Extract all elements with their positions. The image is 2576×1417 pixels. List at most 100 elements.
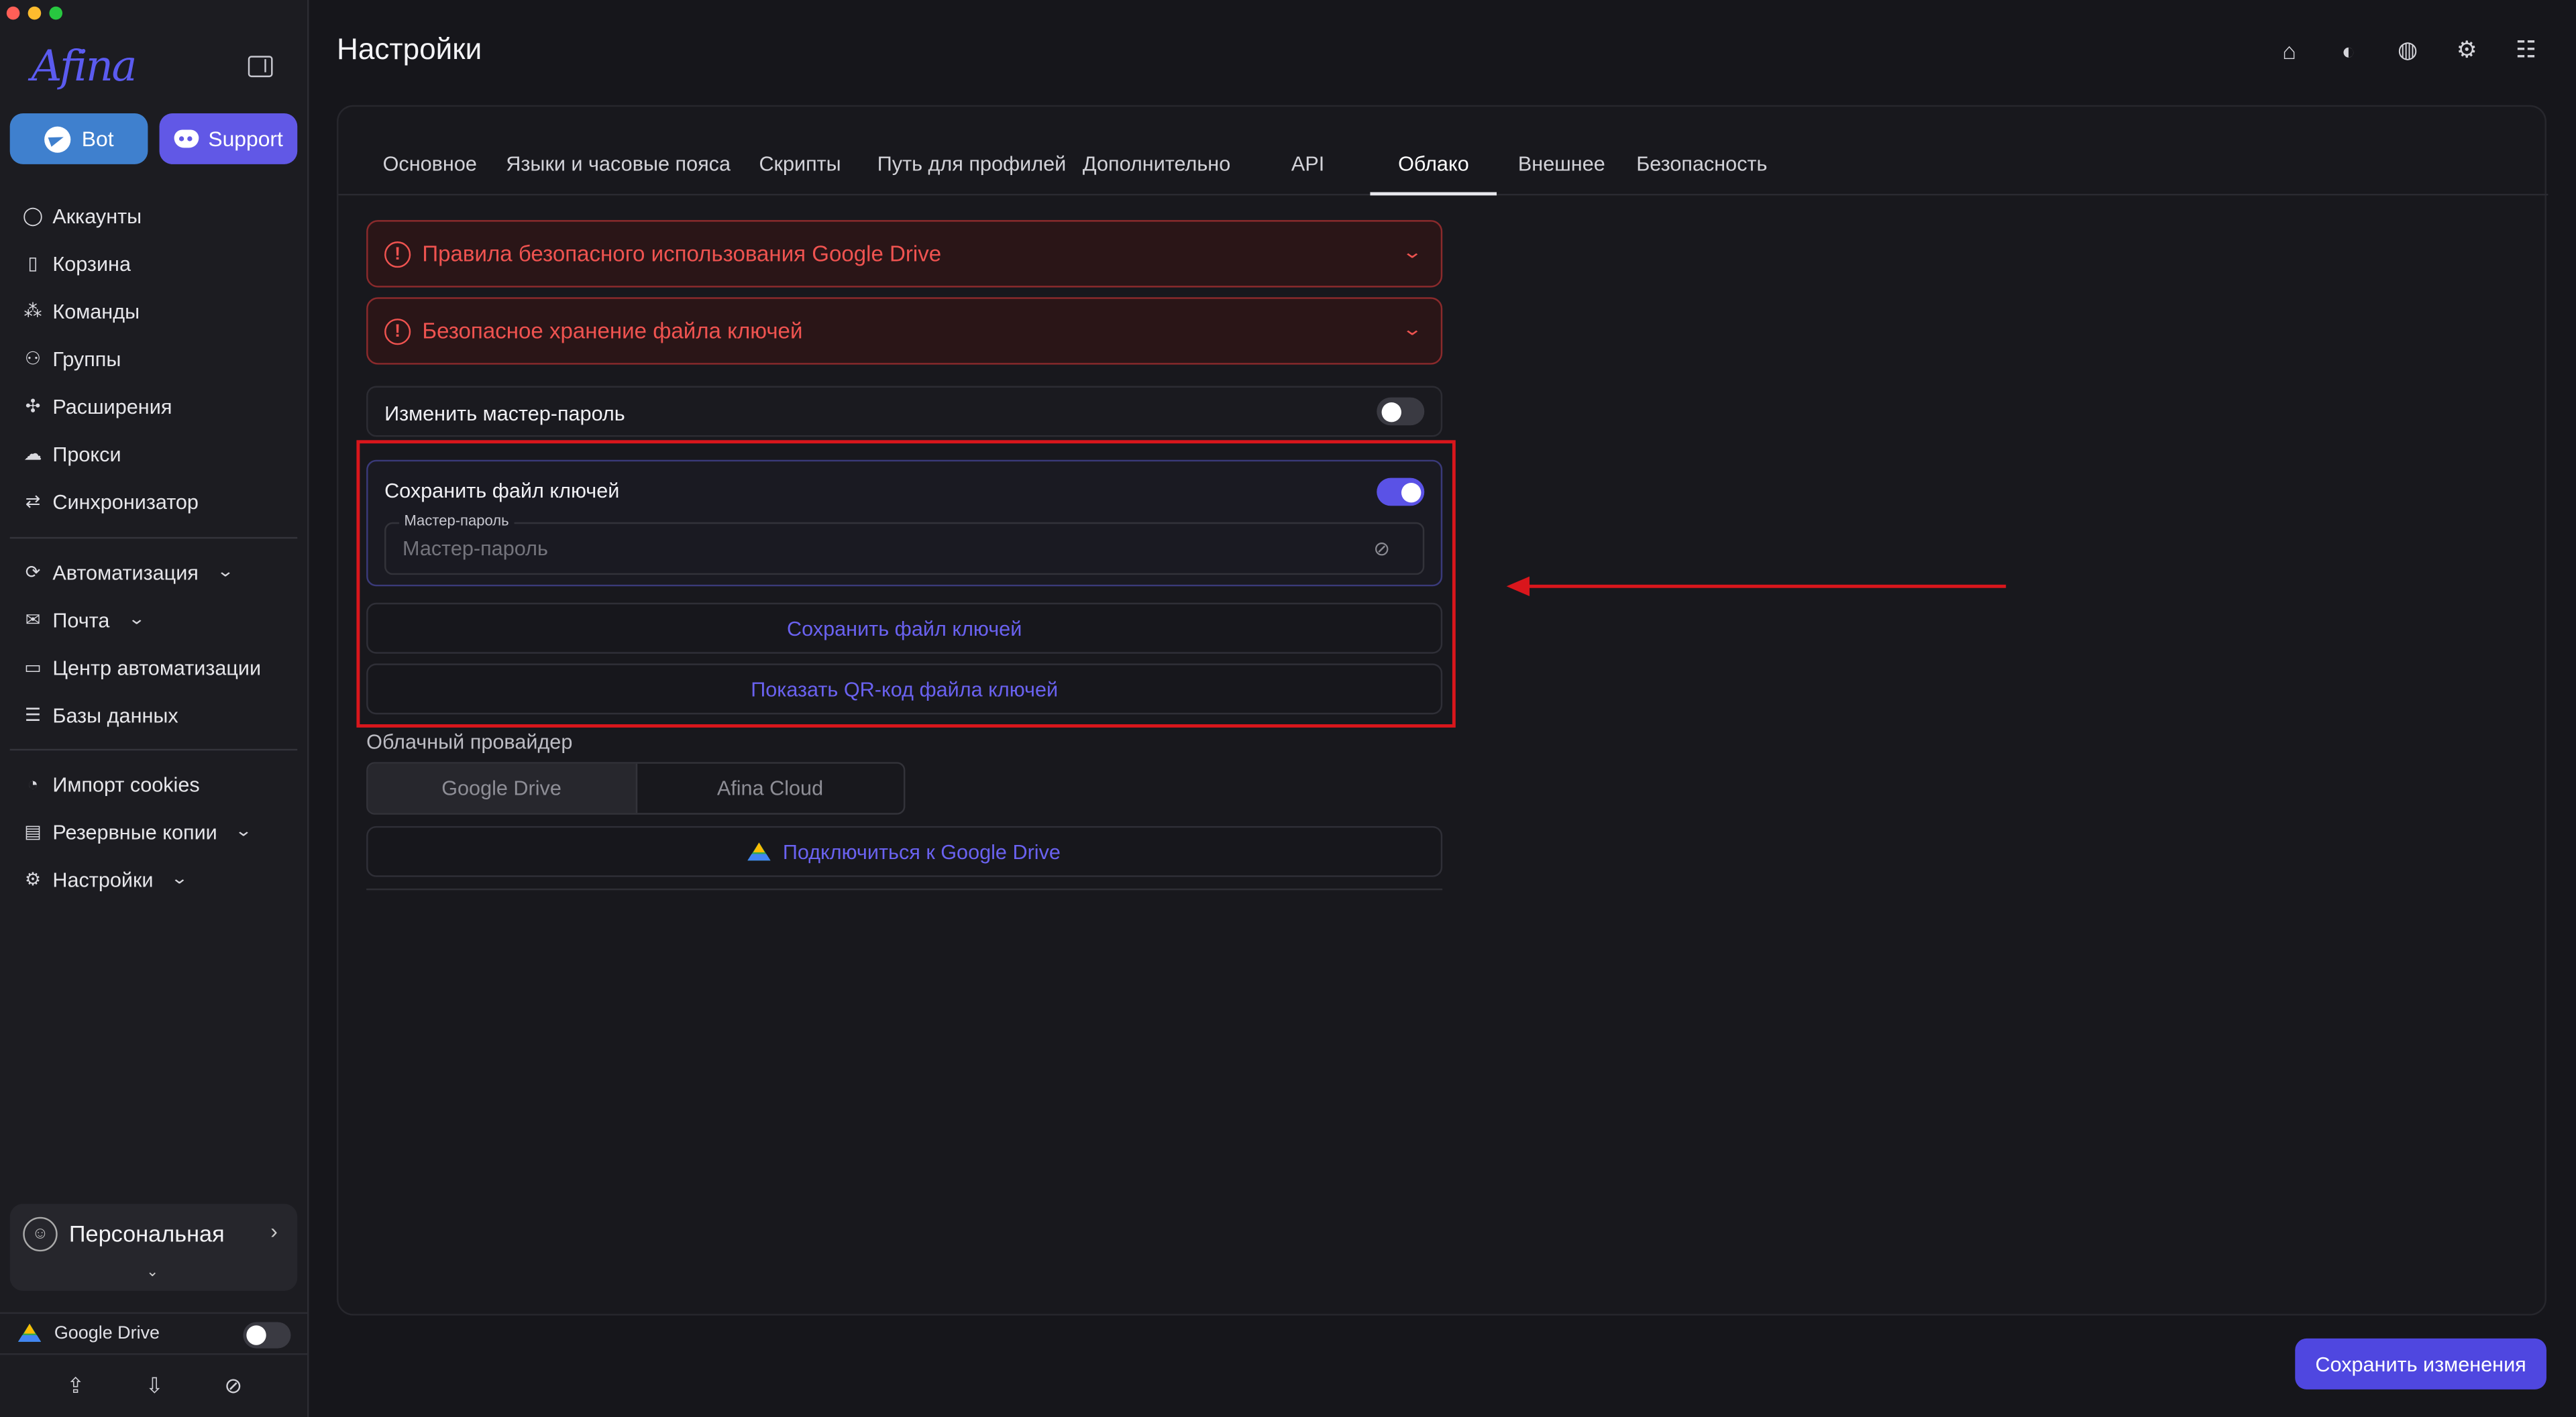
sidebar-item-accounts[interactable]: ◯ Аккаунты bbox=[0, 192, 309, 240]
cloud-provider-selector: Google Drive Afina Cloud bbox=[366, 762, 906, 815]
tab-external[interactable]: Внешнее bbox=[1518, 153, 1605, 176]
alert-key-storage[interactable]: ! Безопасное хранение файла ключей ⌄ bbox=[366, 297, 1443, 365]
chevron-down-icon: ⌄ bbox=[216, 563, 234, 581]
sidebar-item-groups[interactable]: ⚇ Группы bbox=[0, 335, 309, 383]
sidebar-item-backups[interactable]: ▤ Резервные копии ⌄ bbox=[0, 808, 309, 856]
sidebar-item-mail[interactable]: ✉ Почта ⌄ bbox=[0, 596, 309, 644]
globe-lock-icon[interactable]: ◐ bbox=[2334, 36, 2363, 64]
eye-off-icon[interactable]: ⊘ bbox=[224, 1373, 242, 1399]
sidebar-item-extensions[interactable]: ✣ Расширения bbox=[0, 383, 309, 431]
alert-title: Безопасное хранение файла ключей bbox=[422, 319, 803, 343]
chevron-down-icon: ⌄ bbox=[235, 822, 253, 841]
puzzle-icon: ✣ bbox=[25, 397, 41, 418]
minimize-window-button[interactable] bbox=[28, 6, 42, 20]
chevron-right-icon[interactable]: › bbox=[270, 1218, 278, 1243]
chevron-down-icon[interactable]: ⌄ bbox=[1401, 241, 1423, 262]
alert-circle-icon: ! bbox=[384, 241, 411, 268]
tab-cloud[interactable]: Облако bbox=[1398, 153, 1469, 176]
sidebar-item-automation[interactable]: ⟳ Автоматизация ⌄ bbox=[0, 549, 309, 596]
tab-api[interactable]: API bbox=[1291, 153, 1324, 176]
download-folder-icon[interactable]: ⇩ bbox=[146, 1373, 164, 1399]
sidebar-item-label: Группы bbox=[52, 347, 121, 371]
support-button-label: Support bbox=[208, 126, 283, 152]
chevron-down-icon[interactable]: ⌄ bbox=[146, 1263, 158, 1281]
mail-icon: ✉ bbox=[25, 611, 41, 631]
sidebar-item-label: Аккаунты bbox=[52, 204, 142, 228]
chevron-down-icon[interactable]: ⌄ bbox=[1401, 319, 1423, 340]
sidebar-item-proxy[interactable]: ☁ Прокси bbox=[0, 431, 309, 478]
list-icon: ☰ bbox=[24, 706, 42, 726]
sidebar-item-databases[interactable]: ☰ Базы данных bbox=[0, 691, 309, 739]
tab-advanced[interactable]: Дополнительно bbox=[1083, 153, 1230, 176]
divider bbox=[366, 888, 1443, 891]
active-tab-indicator bbox=[1370, 192, 1497, 196]
tab-security[interactable]: Безопасность bbox=[1636, 153, 1767, 176]
annotation-arrow-head bbox=[1506, 576, 1530, 596]
backup-icon: ▤ bbox=[24, 822, 42, 843]
user-circle-icon: ◯ bbox=[22, 207, 44, 227]
profile-switcher[interactable]: ☺ Персональная › ⌄ bbox=[9, 1204, 298, 1291]
chevron-down-icon: ⌄ bbox=[170, 870, 189, 889]
annotation-arrow-shaft bbox=[1526, 584, 2006, 588]
sidebar-toggle-icon[interactable] bbox=[248, 56, 273, 78]
cloud-icon: ☁ bbox=[23, 445, 42, 465]
provider-option-afina-cloud[interactable]: Afina Cloud bbox=[637, 764, 904, 813]
google-drive-icon bbox=[748, 842, 771, 860]
page-title: Настройки bbox=[337, 32, 482, 66]
sidebar-divider bbox=[9, 536, 298, 539]
layout-icon[interactable]: ☷ bbox=[2512, 36, 2540, 64]
app-logo: Afina bbox=[31, 42, 138, 93]
maximize-window-button[interactable] bbox=[49, 6, 63, 20]
automation-icon: ⟳ bbox=[25, 563, 41, 583]
sync-icon: ⇄ bbox=[25, 492, 41, 513]
save-changes-button[interactable]: Сохранить изменения bbox=[2295, 1338, 2546, 1390]
sidebar-item-label: Настройки bbox=[52, 868, 154, 891]
bot-button[interactable]: Bot bbox=[9, 113, 148, 164]
cloud-provider-label: Облачный провайдер bbox=[366, 730, 573, 754]
globe-icon[interactable]: ◍ bbox=[2394, 36, 2422, 64]
sidebar-item-label: Расширения bbox=[52, 394, 172, 418]
cookie-icon: ◔ bbox=[27, 774, 39, 795]
support-button[interactable]: Support bbox=[159, 113, 298, 164]
change-master-password-toggle[interactable] bbox=[1377, 397, 1425, 426]
connect-google-drive-button[interactable]: Подключиться к Google Drive bbox=[366, 826, 1443, 877]
tab-languages[interactable]: Языки и часовые пояса bbox=[506, 153, 731, 176]
sidebar-item-synchronizer[interactable]: ⇄ Синхронизатор bbox=[0, 478, 309, 526]
annotation-highlight-box bbox=[356, 440, 1456, 728]
google-drive-sync-row: Google Drive bbox=[0, 1312, 309, 1355]
sidebar-item-settings[interactable]: ⚙ Настройки ⌄ bbox=[0, 856, 309, 903]
team-icon: ⁂ bbox=[23, 302, 42, 323]
provider-option-google-drive[interactable]: Google Drive bbox=[368, 763, 637, 813]
upload-folder-icon[interactable]: ⇪ bbox=[66, 1373, 85, 1399]
sidebar-item-label: Корзина bbox=[52, 251, 131, 276]
sidebar-item-label: Почта bbox=[52, 608, 110, 632]
sidebar-item-trash[interactable]: ▯ Корзина bbox=[0, 240, 309, 288]
tab-scripts[interactable]: Скрипты bbox=[759, 153, 841, 176]
sidebar-item-label: Центр автоматизации bbox=[52, 656, 262, 679]
laptop-icon: ▭ bbox=[24, 659, 42, 679]
tab-profile-path[interactable]: Путь для профилей bbox=[877, 153, 1067, 176]
nav-group-tools: ◔ Импорт cookies ▤ Резервные копии ⌄ ⚙ Настр… bbox=[0, 760, 309, 903]
discord-icon bbox=[173, 129, 199, 148]
tab-general[interactable]: Основное bbox=[383, 153, 477, 176]
sidebar-item-label: Команды bbox=[52, 299, 140, 323]
gear-icon[interactable]: ⚙ bbox=[2453, 36, 2481, 64]
alert-google-drive-rules[interactable]: ! Правила безопасного использования Goog… bbox=[366, 220, 1443, 288]
sidebar-item-automation-center[interactable]: ▭ Центр автоматизации bbox=[0, 644, 309, 691]
sidebar-item-label: Импорт cookies bbox=[52, 773, 200, 796]
google-drive-toggle[interactable] bbox=[243, 1322, 291, 1349]
gear-icon: ⚙ bbox=[24, 870, 42, 891]
sidebar-item-import-cookies[interactable]: ◔ Импорт cookies bbox=[0, 760, 309, 808]
tag-icon[interactable]: ⌂ bbox=[2275, 36, 2304, 64]
nav-group-automation: ⟳ Автоматизация ⌄ ✉ Почта ⌄ ▭ Центр автоматиз… bbox=[0, 549, 309, 739]
avatar: ☺ bbox=[23, 1216, 58, 1252]
alert-title: Правила безопасного использования Google… bbox=[422, 241, 942, 266]
profile-name: Персональная bbox=[68, 1220, 225, 1247]
group-icon: ⚇ bbox=[24, 349, 42, 370]
sidebar-item-label: Базы данных bbox=[52, 703, 178, 727]
bot-button-label: Bot bbox=[81, 126, 114, 152]
sidebar-item-label: Резервные копии bbox=[52, 820, 217, 844]
close-window-button[interactable] bbox=[6, 6, 20, 20]
sidebar-item-teams[interactable]: ⁂ Команды bbox=[0, 288, 309, 335]
google-drive-label: Google Drive bbox=[54, 1323, 160, 1344]
